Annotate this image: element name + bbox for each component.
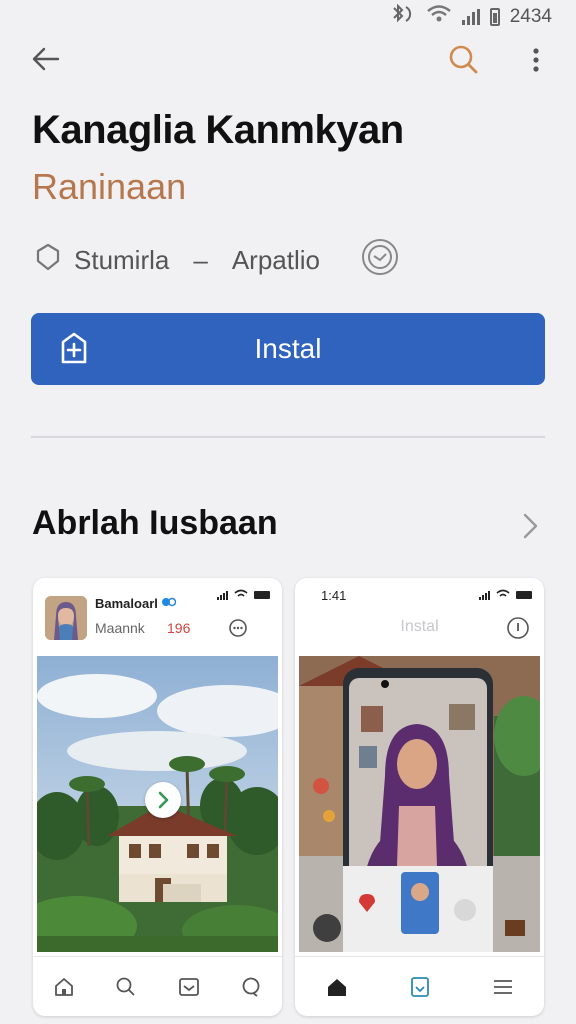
status-bar: 2434	[0, 0, 576, 30]
chat-icon[interactable]	[228, 618, 248, 638]
section-more-button[interactable]	[514, 508, 546, 544]
battery-icon	[489, 8, 500, 26]
more-options-button[interactable]	[520, 40, 552, 80]
screenshot-card[interactable]: 1:41 Instal	[295, 578, 544, 1016]
chevron-right-icon	[158, 791, 169, 809]
avatar	[45, 596, 87, 640]
bookmark-icon[interactable]	[408, 975, 432, 999]
wifi-icon	[234, 588, 248, 602]
search-button[interactable]	[444, 40, 484, 80]
card-sub-label: Maannk	[95, 620, 145, 636]
battery-icon	[254, 591, 270, 599]
status-time: 2434	[509, 6, 552, 27]
card-app-name: Bamaloarl	[95, 596, 176, 611]
tag-icon	[32, 241, 64, 280]
developer-name[interactable]: Raninaan	[32, 166, 186, 208]
download-icon	[55, 330, 93, 368]
back-button[interactable]	[26, 40, 66, 80]
inbox-icon[interactable]	[177, 975, 201, 999]
signal-icon	[217, 590, 228, 600]
chevron-right-icon	[523, 513, 538, 539]
card-bottom-nav	[295, 956, 544, 1016]
meta-separator: –	[193, 244, 208, 275]
play-button[interactable]	[145, 782, 181, 818]
arrow-left-icon	[32, 47, 60, 71]
mini-status-icons	[217, 588, 270, 602]
search-icon[interactable]	[114, 975, 138, 999]
meta-right-label: Arpatlio	[231, 244, 320, 275]
wifi-icon	[426, 4, 452, 30]
more-vert-icon	[533, 48, 539, 72]
home-icon[interactable]	[52, 975, 76, 999]
person-photo	[299, 656, 540, 952]
signal-icon	[461, 9, 480, 25]
app-title: Kanaglia Kanmkyan	[32, 108, 404, 152]
screenshot-card[interactable]: Bamaloarl Maannk 196	[33, 578, 282, 1016]
divider	[31, 436, 545, 438]
clock-icon	[360, 237, 400, 284]
card-status-time: 1:41	[321, 588, 347, 603]
battery-icon	[516, 591, 532, 599]
search-icon	[449, 45, 478, 74]
install-label: Instal	[254, 333, 322, 364]
signal-icon	[479, 590, 490, 600]
meta-left-label: Stumirla	[74, 244, 170, 275]
home-icon[interactable]	[325, 975, 349, 999]
wifi-icon	[496, 588, 510, 602]
bluetooth-icon	[390, 3, 416, 30]
menu-icon[interactable]	[491, 975, 515, 999]
app-meta: Stumirla – Arpatlio	[32, 238, 400, 282]
card-bottom-nav	[33, 956, 282, 1016]
section-title: Abrlah Iusbaan	[32, 504, 278, 542]
house-photo	[37, 656, 278, 952]
status-icons: 2434	[390, 3, 552, 30]
mini-status-icons	[479, 588, 532, 602]
chat-icon[interactable]	[239, 975, 263, 999]
verified-icon	[161, 596, 176, 611]
card-number: 196	[167, 620, 191, 636]
info-icon[interactable]	[506, 616, 530, 640]
install-button[interactable]: Instal	[31, 313, 545, 385]
